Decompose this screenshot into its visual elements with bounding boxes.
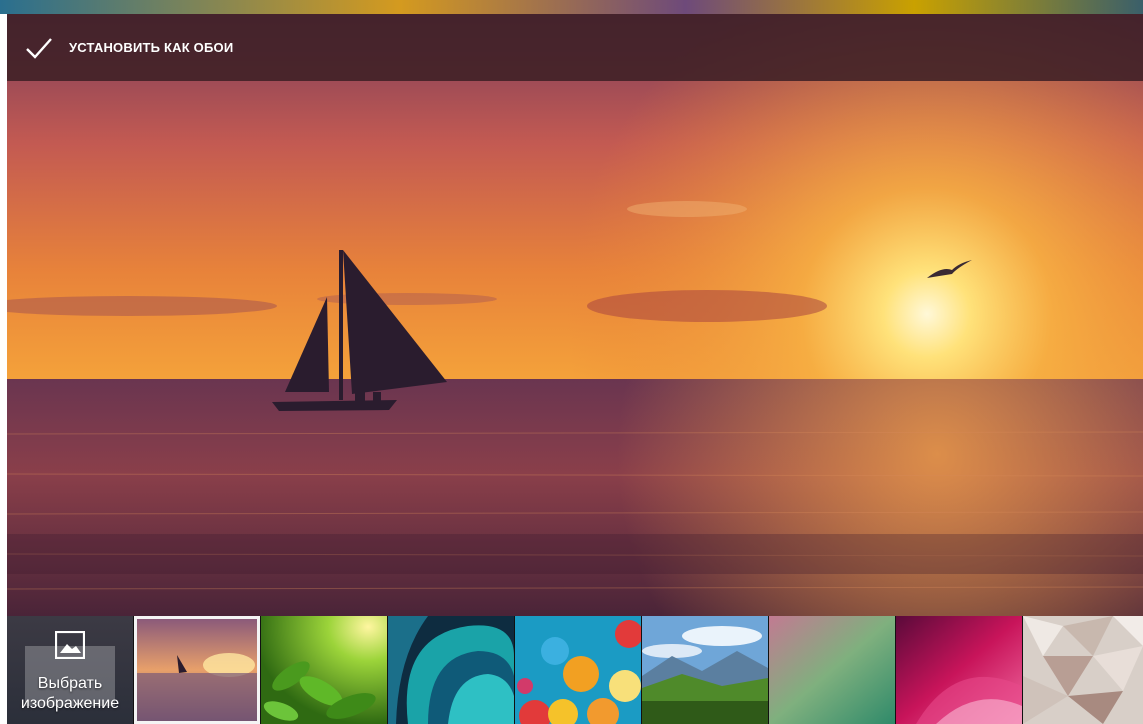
wallpaper-thumb-polygon[interactable] bbox=[1023, 616, 1143, 724]
wallpaper-thumb-magenta[interactable] bbox=[896, 616, 1022, 724]
pick-image-label: Выбрать изображение bbox=[20, 675, 120, 712]
wallpaper-picker: УСТАНОВИТЬ КАК ОБОИ Выбрать изображение bbox=[7, 14, 1143, 724]
set-wallpaper-label: УСТАНОВИТЬ КАК ОБОИ bbox=[69, 40, 234, 55]
action-bar: УСТАНОВИТЬ КАК ОБОИ bbox=[7, 14, 1143, 81]
set-wallpaper-button[interactable]: УСТАНОВИТЬ КАК ОБОИ bbox=[7, 14, 247, 81]
checkmark-icon bbox=[26, 37, 52, 59]
wallpaper-thumb-sunset[interactable] bbox=[134, 616, 260, 724]
wallpaper-thumb-mountains[interactable] bbox=[642, 616, 768, 724]
wallpaper-thumb-green-pink[interactable] bbox=[769, 616, 895, 724]
wallpaper-thumb-balloons[interactable] bbox=[515, 616, 641, 724]
wallpaper-thumb-teal-abstract[interactable] bbox=[388, 616, 514, 724]
pick-image-tile[interactable]: Выбрать изображение bbox=[7, 616, 133, 724]
sunset-sailboat-image bbox=[7, 14, 1143, 616]
wallpaper-thumbnail-strip: Выбрать изображение bbox=[7, 616, 1143, 724]
wallpaper-preview[interactable]: УСТАНОВИТЬ КАК ОБОИ bbox=[7, 14, 1143, 616]
wallpaper-thumb-green-leaves[interactable] bbox=[261, 616, 387, 724]
image-icon bbox=[55, 631, 85, 659]
status-strip bbox=[0, 0, 1143, 14]
